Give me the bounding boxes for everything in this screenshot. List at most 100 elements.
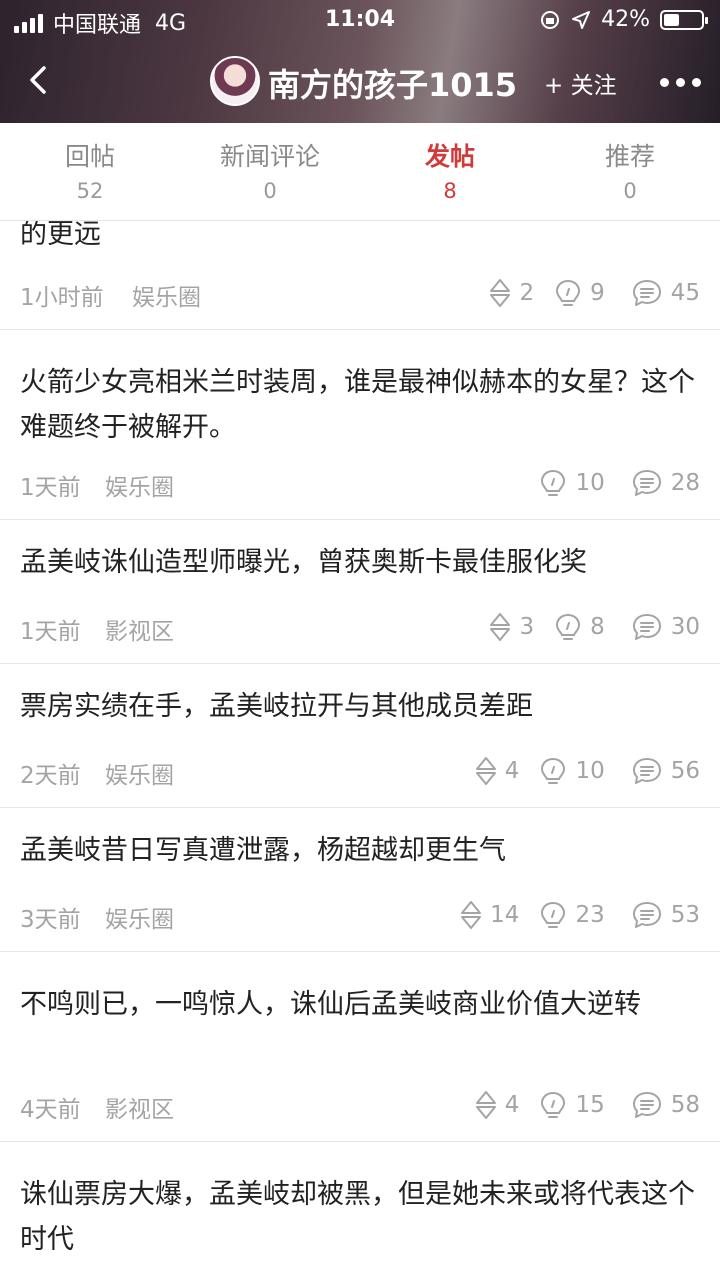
post-item[interactable]: 火箭少女亮相米兰时装周，谁是最神似赫本的女星？这个难题终于被解开。 1天前 娱乐圈 1…: [0, 330, 720, 520]
tab-count: 8: [443, 179, 457, 203]
comment-icon: [632, 280, 661, 306]
follow-button[interactable]: + 关注: [544, 66, 617, 100]
comment-count: 45: [670, 280, 700, 306]
post-meta: 4天前 影视区 4 15 58: [20, 1090, 700, 1123]
tab-label: 新闻评论: [219, 142, 320, 171]
idea-stat[interactable]: 15: [539, 1090, 605, 1120]
post-time: 1天前: [20, 619, 81, 645]
vote-stat[interactable]: 2: [489, 278, 534, 308]
lightbulb-icon: [541, 757, 566, 784]
comment-count: 53: [670, 902, 700, 928]
post-item[interactable]: 不鸣则已，一鸣惊人，诛仙后孟美岐商业价值大逆转 4天前 影视区 4 15 58: [0, 952, 720, 1142]
lightbulb-icon: [541, 469, 566, 496]
vote-count: 4: [504, 1092, 520, 1118]
post-title[interactable]: 火箭少女亮相米兰时装周，谁是最神似赫本的女星？这个难题终于被解开。: [20, 360, 700, 450]
idea-stat[interactable]: 9: [554, 278, 605, 308]
post-meta: 3天前 娱乐圈 14 23 53: [20, 900, 700, 933]
post-title[interactable]: 孟美岐诛仙造型师曝光，曾获奥斯卡最佳服化奖: [20, 540, 700, 585]
comment-icon: [632, 758, 661, 784]
more-icon[interactable]: [660, 78, 701, 87]
vote-stat[interactable]: 14: [460, 900, 519, 930]
vote-icon: [490, 279, 511, 307]
vote-count: 4: [504, 758, 520, 784]
lightbulb-icon: [556, 279, 581, 306]
comment-icon: [632, 1092, 661, 1118]
tab-count: 0: [263, 179, 277, 203]
tab-label: 回帖: [64, 142, 115, 171]
comment-icon: [632, 902, 661, 928]
tab-posts[interactable]: 发帖 8: [360, 123, 540, 221]
post-time: 1天前: [20, 475, 81, 501]
post-category[interactable]: 娱乐圈: [105, 756, 174, 790]
post-category[interactable]: 影视区: [105, 612, 174, 646]
post-stats: 4 15 58: [455, 1090, 700, 1120]
idea-count: 10: [575, 470, 605, 496]
comment-stat[interactable]: 53: [631, 900, 700, 930]
lightbulb-icon: [556, 613, 581, 640]
post-title[interactable]: 票房实绩在手，孟美岐拉开与其他成员差距: [20, 684, 700, 729]
post-item[interactable]: 票房实绩在手，孟美岐拉开与其他成员差距 2天前 娱乐圈 4 10 56: [0, 664, 720, 808]
post-item[interactable]: 的更远 1小时前 娱乐圈 2 9 45: [0, 221, 720, 330]
idea-stat[interactable]: 10: [539, 468, 605, 498]
vote-icon: [490, 613, 511, 641]
comment-stat[interactable]: 30: [631, 612, 700, 642]
avatar[interactable]: [210, 56, 260, 106]
vote-icon: [461, 901, 482, 929]
vote-count: 2: [519, 280, 535, 306]
post-time: 2天前: [20, 763, 81, 789]
post-meta: 1天前 影视区 3 8 30: [20, 612, 700, 645]
status-bar: 中国联通 4G 11:04 42%: [0, 0, 720, 40]
comment-stat[interactable]: 28: [631, 468, 700, 498]
post-title[interactable]: 不鸣则已，一鸣惊人，诛仙后孟美岐商业价值大逆转: [20, 982, 700, 1027]
lightbulb-icon: [541, 1091, 566, 1118]
comment-icon: [632, 614, 661, 640]
post-meta: 1天前 娱乐圈 10 28: [20, 468, 700, 501]
vote-count: 3: [519, 614, 535, 640]
post-item[interactable]: 诛仙票房大爆，孟美岐却被黑，但是她未来或将代表这个时代: [0, 1142, 720, 1280]
post-meta: 1小时前 娱乐圈 2 9 45: [20, 278, 700, 311]
back-arrow-icon[interactable]: [22, 62, 58, 98]
comment-stat[interactable]: 58: [631, 1090, 700, 1120]
idea-count: 8: [590, 614, 605, 640]
post-category[interactable]: 娱乐圈: [105, 468, 174, 502]
vote-stat[interactable]: 4: [475, 756, 520, 786]
profile-tabs: 回帖 52 新闻评论 0 发帖 8 推荐 0: [0, 123, 720, 221]
tab-replies[interactable]: 回帖 52: [0, 123, 180, 221]
post-category[interactable]: 娱乐圈: [105, 900, 174, 934]
vote-icon: [475, 757, 496, 785]
post-title[interactable]: 孟美岐昔日写真遭泄露，杨超越却更生气: [20, 828, 700, 873]
post-meta: 2天前 娱乐圈 4 10 56: [20, 756, 700, 789]
nav-bar: 南方的孩子1015 + 关注: [0, 40, 720, 123]
comment-stat[interactable]: 56: [631, 756, 700, 786]
page-title: 南方的孩子1015: [268, 66, 518, 104]
battery-percent: 42%: [601, 7, 650, 32]
comment-count: 28: [670, 470, 700, 496]
post-title[interactable]: 诛仙票房大爆，孟美岐却被黑，但是她未来或将代表这个时代: [20, 1172, 700, 1262]
post-time: 3天前: [20, 907, 81, 933]
tab-count: 0: [623, 179, 637, 203]
tab-label: 推荐: [604, 142, 655, 171]
post-stats: 14 23 53: [440, 900, 700, 930]
idea-stat[interactable]: 8: [554, 612, 605, 642]
post-item[interactable]: 孟美岐诛仙造型师曝光，曾获奥斯卡最佳服化奖 1天前 影视区 3 8 30: [0, 520, 720, 664]
vote-stat[interactable]: 4: [475, 1090, 520, 1120]
post-title[interactable]: 的更远: [20, 221, 700, 257]
idea-stat[interactable]: 10: [539, 756, 605, 786]
post-category[interactable]: 影视区: [105, 1090, 174, 1124]
post-list: 的更远 1小时前 娱乐圈 2 9 45 火箭少女亮相米兰时装周，谁是最神似赫本的女星？这个难…: [0, 221, 720, 1280]
tab-news-comments[interactable]: 新闻评论 0: [180, 123, 360, 221]
comment-stat[interactable]: 45: [631, 278, 700, 308]
idea-stat[interactable]: 23: [539, 900, 605, 930]
post-stats: 3 8 30: [469, 612, 700, 642]
battery-icon: [660, 9, 708, 30]
idea-count: 10: [575, 758, 605, 784]
tab-label: 发帖: [424, 142, 475, 171]
tab-recommended[interactable]: 推荐 0: [540, 123, 720, 221]
vote-stat[interactable]: 3: [489, 612, 534, 642]
post-item[interactable]: 孟美岐昔日写真遭泄露，杨超越却更生气 3天前 娱乐圈 14 23 53: [0, 808, 720, 952]
tab-count: 52: [76, 179, 104, 203]
post-category[interactable]: 娱乐圈: [132, 278, 201, 312]
lightbulb-icon: [541, 901, 566, 928]
post-stats: 10 28: [519, 468, 700, 498]
idea-count: 9: [590, 280, 605, 306]
